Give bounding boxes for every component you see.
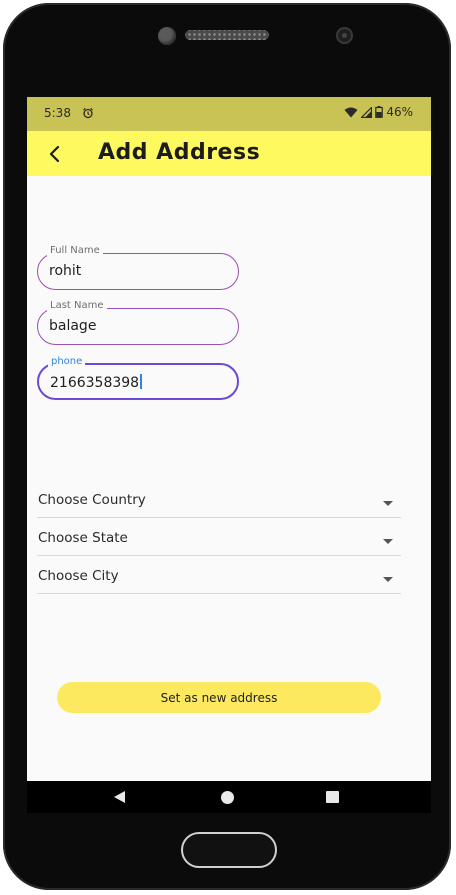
phone-label: phone — [48, 356, 86, 367]
system-nav-bar — [27, 781, 431, 813]
city-dropdown-label: Choose City — [38, 568, 119, 584]
chevron-down-icon — [383, 577, 393, 582]
country-dropdown-label: Choose Country — [38, 492, 146, 508]
front-sensor — [158, 27, 176, 45]
back-arrow-icon[interactable] — [45, 143, 67, 165]
status-time: 5:38 — [44, 106, 71, 120]
alarm-icon — [83, 107, 93, 119]
screen: 5:38 46% Add Address Full Name rohit Las… — [27, 97, 431, 813]
battery-icon — [375, 106, 384, 118]
chevron-down-icon — [383, 539, 393, 544]
status-icons: 46% — [344, 105, 413, 119]
battery-percent: 46% — [386, 105, 413, 119]
phone-value-wrap: 2166358398 — [50, 374, 142, 391]
full-name-label: Full Name — [47, 245, 103, 256]
phone-field[interactable]: phone 2166358398 — [37, 356, 239, 400]
last-name-value: balage — [49, 318, 97, 334]
phone-value: 2166358398 — [50, 375, 140, 391]
wifi-icon — [344, 107, 358, 117]
page-title: Add Address — [98, 140, 261, 165]
last-name-label: Last Name — [47, 300, 107, 311]
text-cursor — [140, 374, 142, 389]
nav-recents-icon[interactable] — [326, 791, 339, 803]
last-name-field[interactable]: Last Name balage — [37, 300, 239, 345]
full-name-field[interactable]: Full Name rohit — [37, 245, 239, 290]
country-dropdown[interactable]: Choose Country — [37, 489, 401, 518]
earpiece-speaker — [185, 30, 269, 40]
full-name-value: rohit — [49, 263, 82, 279]
hardware-home-button[interactable] — [181, 832, 277, 868]
set-new-address-button[interactable]: Set as new address — [57, 682, 381, 713]
phone-frame: 5:38 46% Add Address Full Name rohit Las… — [3, 3, 451, 890]
state-dropdown[interactable]: Choose State — [37, 527, 401, 556]
app-bar: Add Address — [27, 131, 431, 176]
chevron-down-icon — [383, 501, 393, 506]
nav-back-icon[interactable] — [114, 791, 125, 803]
signal-icon — [361, 106, 373, 118]
state-dropdown-label: Choose State — [38, 530, 128, 546]
city-dropdown[interactable]: Choose City — [37, 565, 401, 594]
status-bar: 5:38 46% — [27, 97, 431, 131]
nav-home-icon[interactable] — [221, 791, 234, 804]
front-camera — [336, 27, 353, 44]
